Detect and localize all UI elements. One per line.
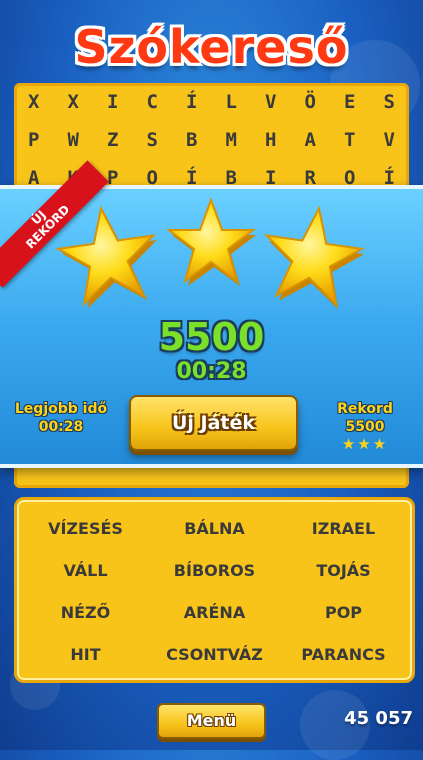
coin-count: 45 057 [344, 708, 413, 729]
final-time: 00:28 [176, 359, 247, 384]
grid-letter[interactable]: A [292, 129, 328, 151]
word-item: NÉZŐ [60, 603, 111, 622]
grid-letter[interactable]: B [174, 129, 210, 151]
word-item: TOJÁS [316, 561, 371, 580]
star-icon [263, 205, 365, 310]
word-item: VÁLL [63, 561, 108, 580]
grid-letter[interactable]: X [16, 91, 52, 113]
grid-letter[interactable]: X [55, 91, 91, 113]
grid-letter[interactable]: T [332, 129, 368, 151]
grid-letter[interactable]: Z [95, 129, 131, 151]
menu-button[interactable]: Menü [157, 703, 266, 739]
word-item: POP [324, 603, 363, 622]
grid-letter[interactable]: M [213, 129, 249, 151]
word-item: ARÉNA [183, 603, 246, 622]
game-title: Szókereső [74, 20, 349, 74]
grid-letter[interactable]: Ö [292, 91, 328, 113]
final-score: 5500 [158, 315, 265, 359]
grid-letter[interactable]: V [253, 91, 289, 113]
result-popup: ÚJ REKORD 5500 00:28 Legjobb idő 00:28 Ú [0, 160, 423, 468]
word-item: BÍBOROS [173, 561, 256, 580]
grid-letter[interactable]: L [213, 91, 249, 113]
word-item: BÁLNA [184, 519, 245, 538]
grid-row: X X I C Í L V Ö E S [14, 83, 409, 121]
new-game-button[interactable]: Új Játék [129, 395, 298, 451]
grid-letter[interactable]: S [134, 129, 170, 151]
record-block: Rekord 5500 ★★★ [315, 401, 415, 453]
word-item: HIT [70, 645, 101, 664]
grid-letter[interactable]: E [332, 91, 368, 113]
best-time-label: Legjobb idő [14, 401, 108, 417]
word-item: IZRAEL [311, 519, 376, 538]
grid-letter[interactable]: H [253, 129, 289, 151]
grid-letter[interactable]: V [371, 129, 407, 151]
grid-letter[interactable]: Í [174, 91, 210, 113]
star-icon [55, 205, 157, 309]
word-item: VÍZESÉS [48, 519, 123, 538]
grid-letter[interactable]: W [55, 129, 91, 151]
best-time-value: 00:28 [38, 419, 84, 435]
grid-letter[interactable]: C [134, 91, 170, 113]
grid-letter[interactable]: I [95, 91, 131, 113]
record-stars-icon: ★★★ [341, 435, 389, 453]
record-value: 5500 [345, 419, 385, 435]
word-item: CSONTVÁZ [166, 645, 263, 664]
word-item: PARANCS [301, 645, 386, 664]
best-time-block: Legjobb idő 00:28 [6, 401, 116, 435]
stars-rating [55, 197, 365, 310]
grid-letter[interactable]: S [371, 91, 407, 113]
word-list-panel: VÍZESÉS BÁLNA IZRAEL VÁLL BÍBOROS TOJÁS … [14, 497, 415, 683]
grid-letter[interactable]: P [16, 129, 52, 151]
record-label: Rekord [337, 401, 393, 417]
star-icon [166, 197, 256, 286]
grid-row: P W Z S B M H A T V [14, 121, 409, 159]
